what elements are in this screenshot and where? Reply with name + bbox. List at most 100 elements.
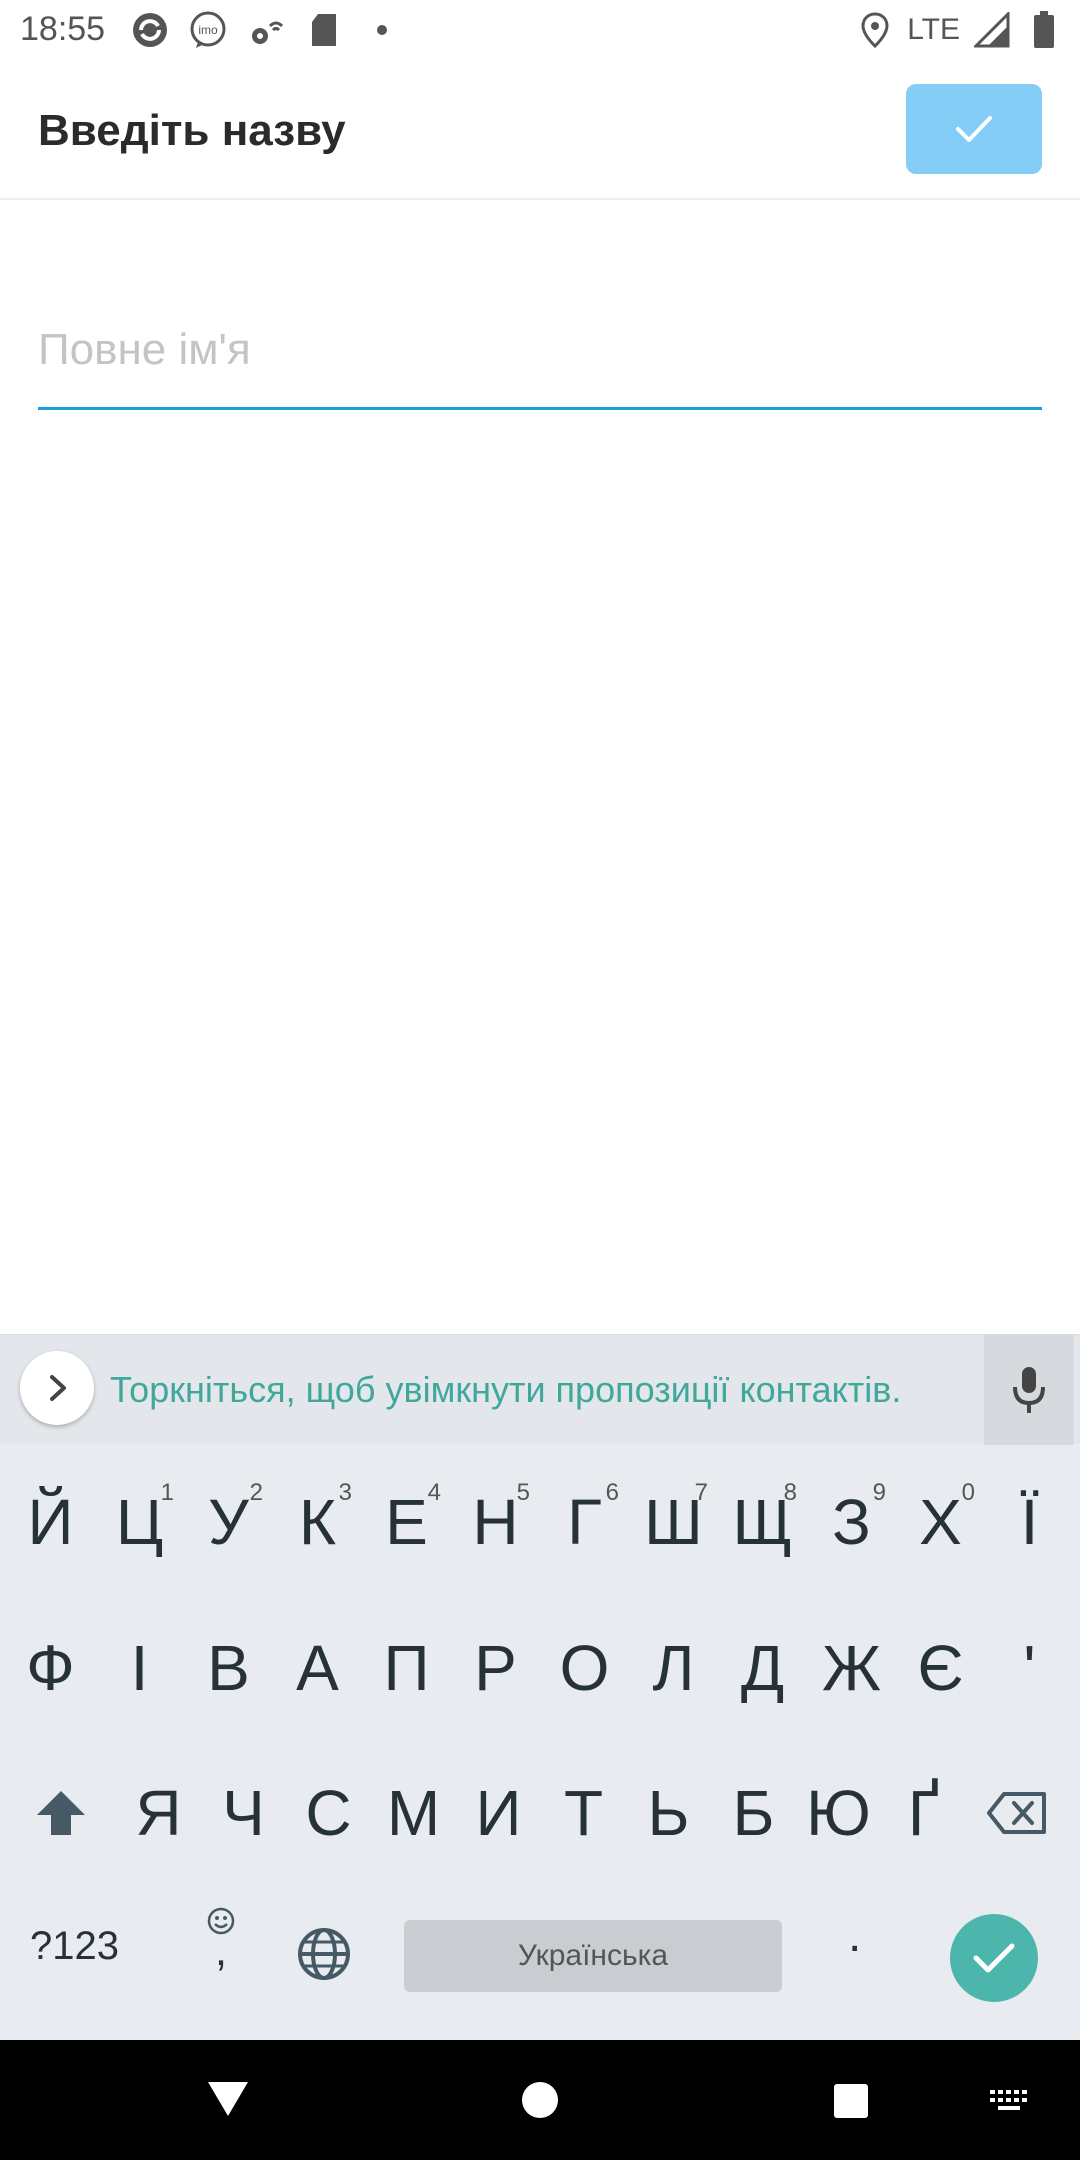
page-title: Введіть назву xyxy=(38,106,346,155)
letter-key[interactable]: В xyxy=(184,1595,273,1741)
symbols-key[interactable]: ?123 xyxy=(30,1924,119,1969)
letter-key[interactable]: ' xyxy=(985,1595,1074,1741)
status-bar: 18:55 imo LTE xyxy=(0,0,1080,60)
letter-key[interactable]: Ї xyxy=(985,1449,1074,1595)
key-label: Й xyxy=(27,1486,74,1558)
letter-key[interactable]: Ц1 xyxy=(95,1449,184,1595)
letter-key[interactable]: Н5 xyxy=(451,1449,540,1595)
backspace-icon xyxy=(987,1792,1046,1834)
key-label: К xyxy=(298,1486,337,1558)
key-label: Ю xyxy=(806,1777,871,1849)
keyboard-switch-icon[interactable] xyxy=(988,2088,1030,2119)
letter-key[interactable]: Г6 xyxy=(540,1449,629,1595)
comma-label: , xyxy=(214,1926,228,1975)
letter-key[interactable]: С xyxy=(286,1740,371,1886)
key-label: Е xyxy=(385,1486,428,1558)
key-label: Х xyxy=(919,1486,962,1558)
letter-key[interactable]: У2 xyxy=(184,1449,273,1595)
key-label: Р xyxy=(474,1632,517,1704)
letter-key[interactable]: Ж xyxy=(807,1595,896,1741)
back-icon[interactable] xyxy=(206,2080,250,2123)
home-icon[interactable] xyxy=(522,2082,558,2118)
letter-key[interactable]: Ю xyxy=(796,1740,881,1886)
letter-key[interactable]: Е4 xyxy=(362,1449,451,1595)
expand-suggestions-button[interactable] xyxy=(20,1351,94,1425)
full-name-input[interactable] xyxy=(38,320,1042,380)
key-label: Ь xyxy=(647,1777,690,1849)
key-row-3: ЯЧСМИТЬБЮҐ xyxy=(0,1740,1080,1886)
key-label: З xyxy=(832,1486,871,1558)
key-label: Ґ xyxy=(907,1777,940,1849)
letter-key[interactable]: Є xyxy=(896,1595,985,1741)
letter-key[interactable]: Ь xyxy=(626,1740,711,1886)
letter-key[interactable]: Т xyxy=(541,1740,626,1886)
letter-key[interactable]: А xyxy=(273,1595,362,1741)
voice-input-button[interactable] xyxy=(984,1335,1074,1445)
globe-icon xyxy=(298,1928,350,1980)
status-time: 18:55 xyxy=(20,10,106,48)
key-row-2: Ф І В А П Р О Л Д Ж Є ' xyxy=(0,1595,1080,1741)
soft-keyboard: Торкніться, щоб увімкнути пропозиції кон… xyxy=(0,1334,1080,2040)
letter-key[interactable]: Ґ xyxy=(881,1740,966,1886)
letter-key[interactable]: Ф xyxy=(6,1595,95,1741)
key-label: Д xyxy=(740,1632,785,1704)
key-number-hint: 5 xyxy=(516,1479,530,1506)
key-label: Б xyxy=(732,1777,775,1849)
letter-key[interactable]: Р xyxy=(451,1595,540,1741)
full-name-field[interactable] xyxy=(38,300,1042,410)
signal-icon xyxy=(972,10,1012,50)
letter-key[interactable]: Л xyxy=(629,1595,718,1741)
letter-key[interactable]: Д xyxy=(718,1595,807,1741)
shift-key[interactable] xyxy=(14,1740,108,1886)
key-row-1: ЙЦ1У2К3Е4Н5Г6Ш7Щ8З9Х0Ї xyxy=(0,1449,1080,1595)
key-label: У xyxy=(208,1486,249,1558)
key-number-hint: 9 xyxy=(872,1479,886,1506)
letter-key[interactable]: Ш7 xyxy=(629,1449,718,1595)
contact-suggestions-prompt[interactable]: Торкніться, щоб увімкнути пропозиції кон… xyxy=(110,1369,901,1411)
settings-wifi-icon xyxy=(246,10,286,50)
letter-key[interactable]: М xyxy=(371,1740,456,1886)
key-label: М xyxy=(386,1777,441,1849)
chevron-right-icon xyxy=(50,1375,66,1401)
network-type: LTE xyxy=(907,13,960,46)
period-key[interactable]: . xyxy=(848,1908,861,1963)
confirm-button[interactable] xyxy=(906,84,1042,174)
key-number-hint: 1 xyxy=(160,1479,174,1506)
letter-key[interactable]: И xyxy=(456,1740,541,1886)
letter-key[interactable]: Х0 xyxy=(896,1449,985,1595)
backspace-key[interactable] xyxy=(970,1740,1064,1886)
letter-key[interactable]: І xyxy=(95,1595,184,1741)
key-label: С xyxy=(305,1777,352,1849)
mic-icon xyxy=(1013,1367,1045,1413)
recents-icon[interactable] xyxy=(834,2084,868,2118)
key-label: Н xyxy=(472,1486,519,1558)
check-icon xyxy=(973,1943,1015,1973)
shift-icon xyxy=(37,1791,85,1835)
key-label: Ж xyxy=(821,1632,882,1704)
suggestion-strip: Торкніться, щоб увімкнути пропозиції кон… xyxy=(0,1334,1080,1445)
language-switch-key[interactable] xyxy=(296,1926,352,1982)
enter-key[interactable] xyxy=(950,1914,1038,2002)
key-label: В xyxy=(207,1632,250,1704)
letter-key[interactable]: З9 xyxy=(807,1449,896,1595)
comma-emoji-key[interactable]: , xyxy=(196,1906,246,1996)
letter-key[interactable]: О xyxy=(540,1595,629,1741)
key-label: Г xyxy=(567,1486,602,1558)
key-label: Ц xyxy=(115,1486,164,1558)
letter-key[interactable]: П xyxy=(362,1595,451,1741)
letter-key[interactable]: Й xyxy=(6,1449,95,1595)
svg-text:imo: imo xyxy=(198,23,218,37)
letter-key[interactable]: Я xyxy=(116,1740,201,1886)
location-icon xyxy=(855,10,895,50)
dot-icon xyxy=(362,10,402,50)
letter-key[interactable]: Б xyxy=(711,1740,796,1886)
space-key[interactable]: Українська xyxy=(404,1920,782,1992)
letter-key[interactable]: Ч xyxy=(201,1740,286,1886)
key-label: Є xyxy=(917,1632,964,1704)
letter-key[interactable]: К3 xyxy=(273,1449,362,1595)
key-number-hint: 4 xyxy=(427,1479,441,1506)
key-label: Ф xyxy=(26,1632,75,1704)
app-bar: Введіть назву xyxy=(0,60,1080,200)
letter-key[interactable]: Щ8 xyxy=(718,1449,807,1595)
sync-icon xyxy=(130,10,170,50)
